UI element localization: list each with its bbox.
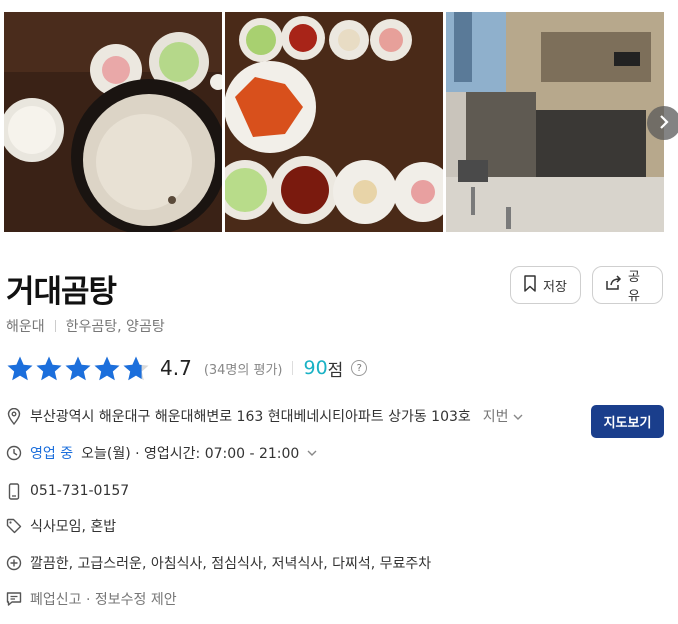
- hours-row[interactable]: 영업 중 오늘(월) · 영업시간: 07:00 - 21:00: [6, 442, 317, 464]
- divider: [54, 320, 56, 332]
- hours-text: 오늘(월) · 영업시간: 07:00 - 21:00: [81, 446, 300, 462]
- chevron-down-icon: [513, 409, 523, 425]
- chat-icon: [6, 591, 22, 607]
- star-icon: [123, 356, 149, 380]
- divider: [292, 361, 294, 375]
- help-icon[interactable]: ?: [351, 360, 368, 376]
- chevron-down-icon: [307, 445, 317, 461]
- jibeon-toggle[interactable]: 지번: [483, 406, 523, 426]
- rating-row: 4.7 (34명의 평가) 90 점 ?: [6, 354, 368, 382]
- jibeon-label: 지번: [482, 409, 509, 425]
- clock-icon: [6, 445, 22, 461]
- star-icon: [36, 356, 62, 380]
- photo-storefront[interactable]: [446, 12, 664, 232]
- rating-value: 4.7: [160, 356, 192, 380]
- area-label: 해운대: [6, 319, 45, 335]
- report-links: 폐업신고 · 정보수정 제안: [30, 592, 177, 608]
- category-line: 해운대 한우곰탕, 양곰탕: [6, 316, 165, 336]
- photo-gallery: [4, 12, 664, 232]
- phone-icon: [6, 482, 22, 500]
- pin-icon: [6, 407, 22, 425]
- address-text: 부산광역시 해운대구 해운대해변로 163 현대베네시티아파트 상가동 103호: [30, 409, 471, 425]
- gallery-next-button[interactable]: [647, 106, 678, 140]
- score-unit: 점: [327, 360, 344, 381]
- rating-stars: [6, 355, 150, 382]
- save-label: 저장: [543, 279, 567, 295]
- address-row: 부산광역시 해운대구 해운대해변로 163 현대베네시티아파트 상가동 103호…: [6, 405, 523, 427]
- report-row[interactable]: 폐업신고 · 정보수정 제안: [6, 588, 177, 610]
- plus-circle-icon: [6, 555, 22, 571]
- tag-icon: [6, 518, 22, 534]
- share-label: 공유: [628, 270, 640, 304]
- review-count[interactable]: (34명의 평가): [204, 359, 283, 378]
- star-icon: [7, 356, 33, 380]
- share-icon: [605, 275, 622, 295]
- share-button[interactable]: 공유: [592, 266, 663, 304]
- chevron-right-icon: [658, 114, 670, 133]
- bookmark-icon: [523, 274, 537, 296]
- save-button[interactable]: 저장: [510, 266, 581, 304]
- open-status: 영업 중: [30, 446, 74, 462]
- features-text: 깔끔한, 고급스러운, 아침식사, 점심식사, 저녁식사, 다찌석, 무료주차: [30, 556, 432, 572]
- phone-row: 051-731-0157: [6, 480, 129, 502]
- photo-gomtang[interactable]: [4, 12, 222, 232]
- score-value: 90: [303, 357, 328, 379]
- tags-text: 식사모임, 혼밥: [30, 519, 117, 535]
- place-title: 거대곰탕: [6, 274, 117, 310]
- tags-row: 식사모임, 혼밥: [6, 515, 116, 537]
- phone-number[interactable]: 051-731-0157: [30, 483, 129, 499]
- features-row: 깔끔한, 고급스러운, 아침식사, 점심식사, 저녁식사, 다찌석, 무료주차: [6, 552, 431, 574]
- star-icon: [94, 356, 120, 380]
- star-icon: [65, 356, 91, 380]
- food-categories: 한우곰탕, 양곰탕: [65, 319, 165, 335]
- photo-side-dishes[interactable]: [225, 12, 443, 232]
- map-view-button[interactable]: 지도보기: [591, 405, 664, 438]
